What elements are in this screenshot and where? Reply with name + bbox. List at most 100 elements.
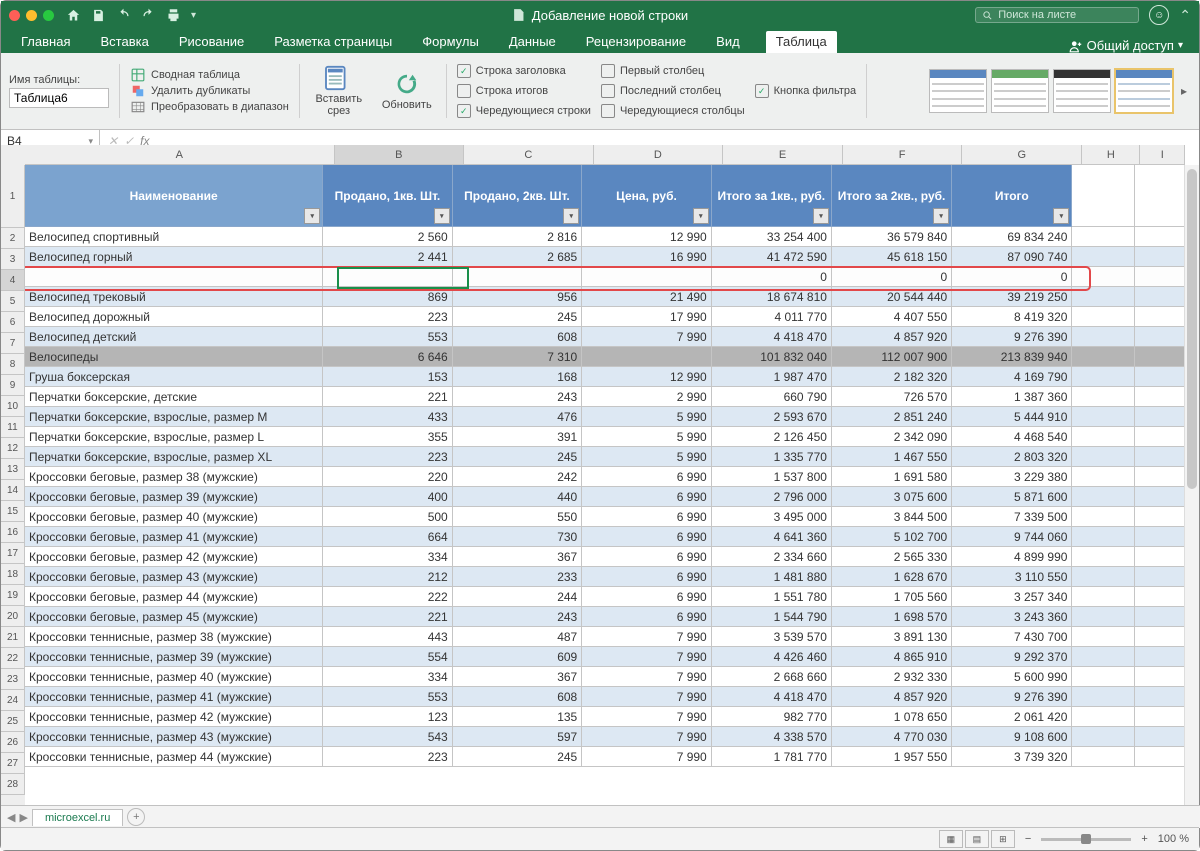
table-cell[interactable]: 4 338 570 (712, 727, 832, 747)
table-cell[interactable]: 2 334 660 (712, 547, 832, 567)
empty-cell[interactable] (1135, 267, 1185, 287)
zoom-level[interactable]: 100 % (1158, 833, 1189, 845)
table-cell[interactable]: 6 990 (582, 587, 712, 607)
table-cell[interactable]: 213 839 940 (952, 347, 1072, 367)
row-header-17[interactable]: 17 (1, 543, 25, 564)
row-header-11[interactable]: 11 (1, 417, 25, 438)
table-cell[interactable]: Кроссовки беговые, размер 42 (мужские) (25, 547, 323, 567)
table-cell[interactable]: 608 (453, 687, 583, 707)
table-cell[interactable]: 6 990 (582, 527, 712, 547)
table-cell[interactable]: 3 257 340 (952, 587, 1072, 607)
empty-cell[interactable] (1072, 747, 1135, 767)
row-header-5[interactable]: 5 (1, 291, 25, 312)
table-cell[interactable]: 1 698 570 (832, 607, 952, 627)
table-cell[interactable]: 6 990 (582, 547, 712, 567)
table-cell[interactable]: 7 990 (582, 727, 712, 747)
table-cell[interactable]: 5 600 990 (952, 667, 1072, 687)
first-column-checkbox[interactable]: Первый столбец (601, 64, 745, 78)
sheet-nav[interactable]: ◀▶ (7, 811, 28, 824)
table-cell[interactable]: 7 990 (582, 627, 712, 647)
table-cell[interactable]: Кроссовки беговые, размер 44 (мужские) (25, 587, 323, 607)
empty-cell[interactable] (1072, 327, 1135, 347)
col-header-A[interactable]: A (25, 145, 335, 165)
table-cell[interactable]: 245 (453, 447, 583, 467)
table-cell[interactable]: 6 990 (582, 487, 712, 507)
empty-cell[interactable] (1135, 607, 1185, 627)
table-cell[interactable]: 2 126 450 (712, 427, 832, 447)
empty-cell[interactable] (1135, 747, 1185, 767)
table-cell[interactable]: 1 537 800 (712, 467, 832, 487)
row-header-6[interactable]: 6 (1, 312, 25, 333)
table-cell[interactable]: 123 (323, 707, 453, 727)
table-cell[interactable]: 244 (453, 587, 583, 607)
add-sheet-button[interactable]: + (127, 808, 145, 826)
table-cell[interactable]: 5 990 (582, 447, 712, 467)
style-thumb-2[interactable] (991, 69, 1049, 113)
table-cell[interactable]: 664 (323, 527, 453, 547)
table-cell[interactable]: 7 990 (582, 327, 712, 347)
table-cell[interactable]: 168 (453, 367, 583, 387)
table-cell[interactable]: 367 (453, 547, 583, 567)
table-cell[interactable]: 112 007 900 (832, 347, 952, 367)
table-cell[interactable]: 3 891 130 (832, 627, 952, 647)
empty-cell[interactable] (1072, 407, 1135, 427)
empty-cell[interactable] (1072, 587, 1135, 607)
gallery-more-icon[interactable]: ▸ (1177, 84, 1191, 98)
table-cell[interactable]: Груша боксерская (25, 367, 323, 387)
table-cell[interactable]: 1 544 790 (712, 607, 832, 627)
empty-cell[interactable] (1072, 287, 1135, 307)
menu-tab-2[interactable]: Рисование (175, 31, 248, 53)
empty-cell[interactable] (1072, 267, 1135, 287)
table-cell[interactable]: 400 (323, 487, 453, 507)
table-cell[interactable]: Кроссовки беговые, размер 43 (мужские) (25, 567, 323, 587)
empty-cell[interactable] (1072, 527, 1135, 547)
table-cell[interactable]: 223 (323, 447, 453, 467)
page-break-view-icon[interactable]: ⊞ (991, 830, 1015, 848)
table-header-cell[interactable]: Цена, руб.▾ (582, 165, 712, 227)
menu-tab-3[interactable]: Разметка страницы (270, 31, 396, 53)
table-cell[interactable]: Велосипед спортивный (25, 227, 323, 247)
table-cell[interactable]: 660 790 (712, 387, 832, 407)
table-cell[interactable]: Кроссовки беговые, размер 45 (мужские) (25, 607, 323, 627)
empty-cell[interactable] (1072, 707, 1135, 727)
table-cell[interactable]: 222 (323, 587, 453, 607)
empty-cell[interactable] (1072, 687, 1135, 707)
table-cell[interactable]: 2 441 (323, 247, 453, 267)
empty-cell[interactable] (1135, 227, 1185, 247)
empty-cell[interactable] (1135, 627, 1185, 647)
col-header-H[interactable]: H (1082, 145, 1140, 165)
menu-tab-5[interactable]: Данные (505, 31, 560, 53)
table-cell[interactable]: 4 468 540 (952, 427, 1072, 447)
table-cell[interactable]: 726 570 (832, 387, 952, 407)
table-cell[interactable]: 7 339 500 (952, 507, 1072, 527)
undo-icon[interactable] (116, 8, 131, 23)
col-header-I[interactable]: I (1140, 145, 1185, 165)
empty-cell[interactable] (1072, 667, 1135, 687)
table-cell[interactable]: 367 (453, 667, 583, 687)
table-cell[interactable]: 36 579 840 (832, 227, 952, 247)
table-cell[interactable]: Велосипед дорожный (25, 307, 323, 327)
style-thumb-4[interactable] (1115, 69, 1173, 113)
table-cell[interactable]: 869 (323, 287, 453, 307)
table-name-input[interactable] (9, 88, 109, 108)
empty-cell[interactable] (1072, 347, 1135, 367)
row-headers[interactable]: 1234567891011121314151617181920212223242… (1, 165, 25, 814)
print-icon[interactable] (166, 8, 181, 23)
search-input[interactable]: Поиск на листе (975, 7, 1139, 23)
cells-area[interactable]: Наименование▾Продано, 1кв. Шт.▾Продано, … (25, 165, 1185, 814)
table-cell[interactable]: 1 691 580 (832, 467, 952, 487)
table-cell[interactable]: 5 871 600 (952, 487, 1072, 507)
table-styles-gallery[interactable]: ▸ (929, 69, 1191, 113)
maximize-window-icon[interactable] (43, 10, 54, 21)
table-cell[interactable]: 221 (323, 607, 453, 627)
table-cell[interactable]: Велосипед горный (25, 247, 323, 267)
table-cell[interactable]: 4 899 990 (952, 547, 1072, 567)
table-cell[interactable]: 4 011 770 (712, 307, 832, 327)
table-cell[interactable]: 5 444 910 (952, 407, 1072, 427)
view-mode-buttons[interactable]: ▦ ▤ ⊞ (939, 830, 1015, 848)
table-cell[interactable]: 6 990 (582, 467, 712, 487)
table-cell[interactable]: 3 844 500 (832, 507, 952, 527)
table-cell[interactable]: 12 990 (582, 367, 712, 387)
table-cell[interactable]: 101 832 040 (712, 347, 832, 367)
table-cell[interactable]: Велосипед трековый (25, 287, 323, 307)
